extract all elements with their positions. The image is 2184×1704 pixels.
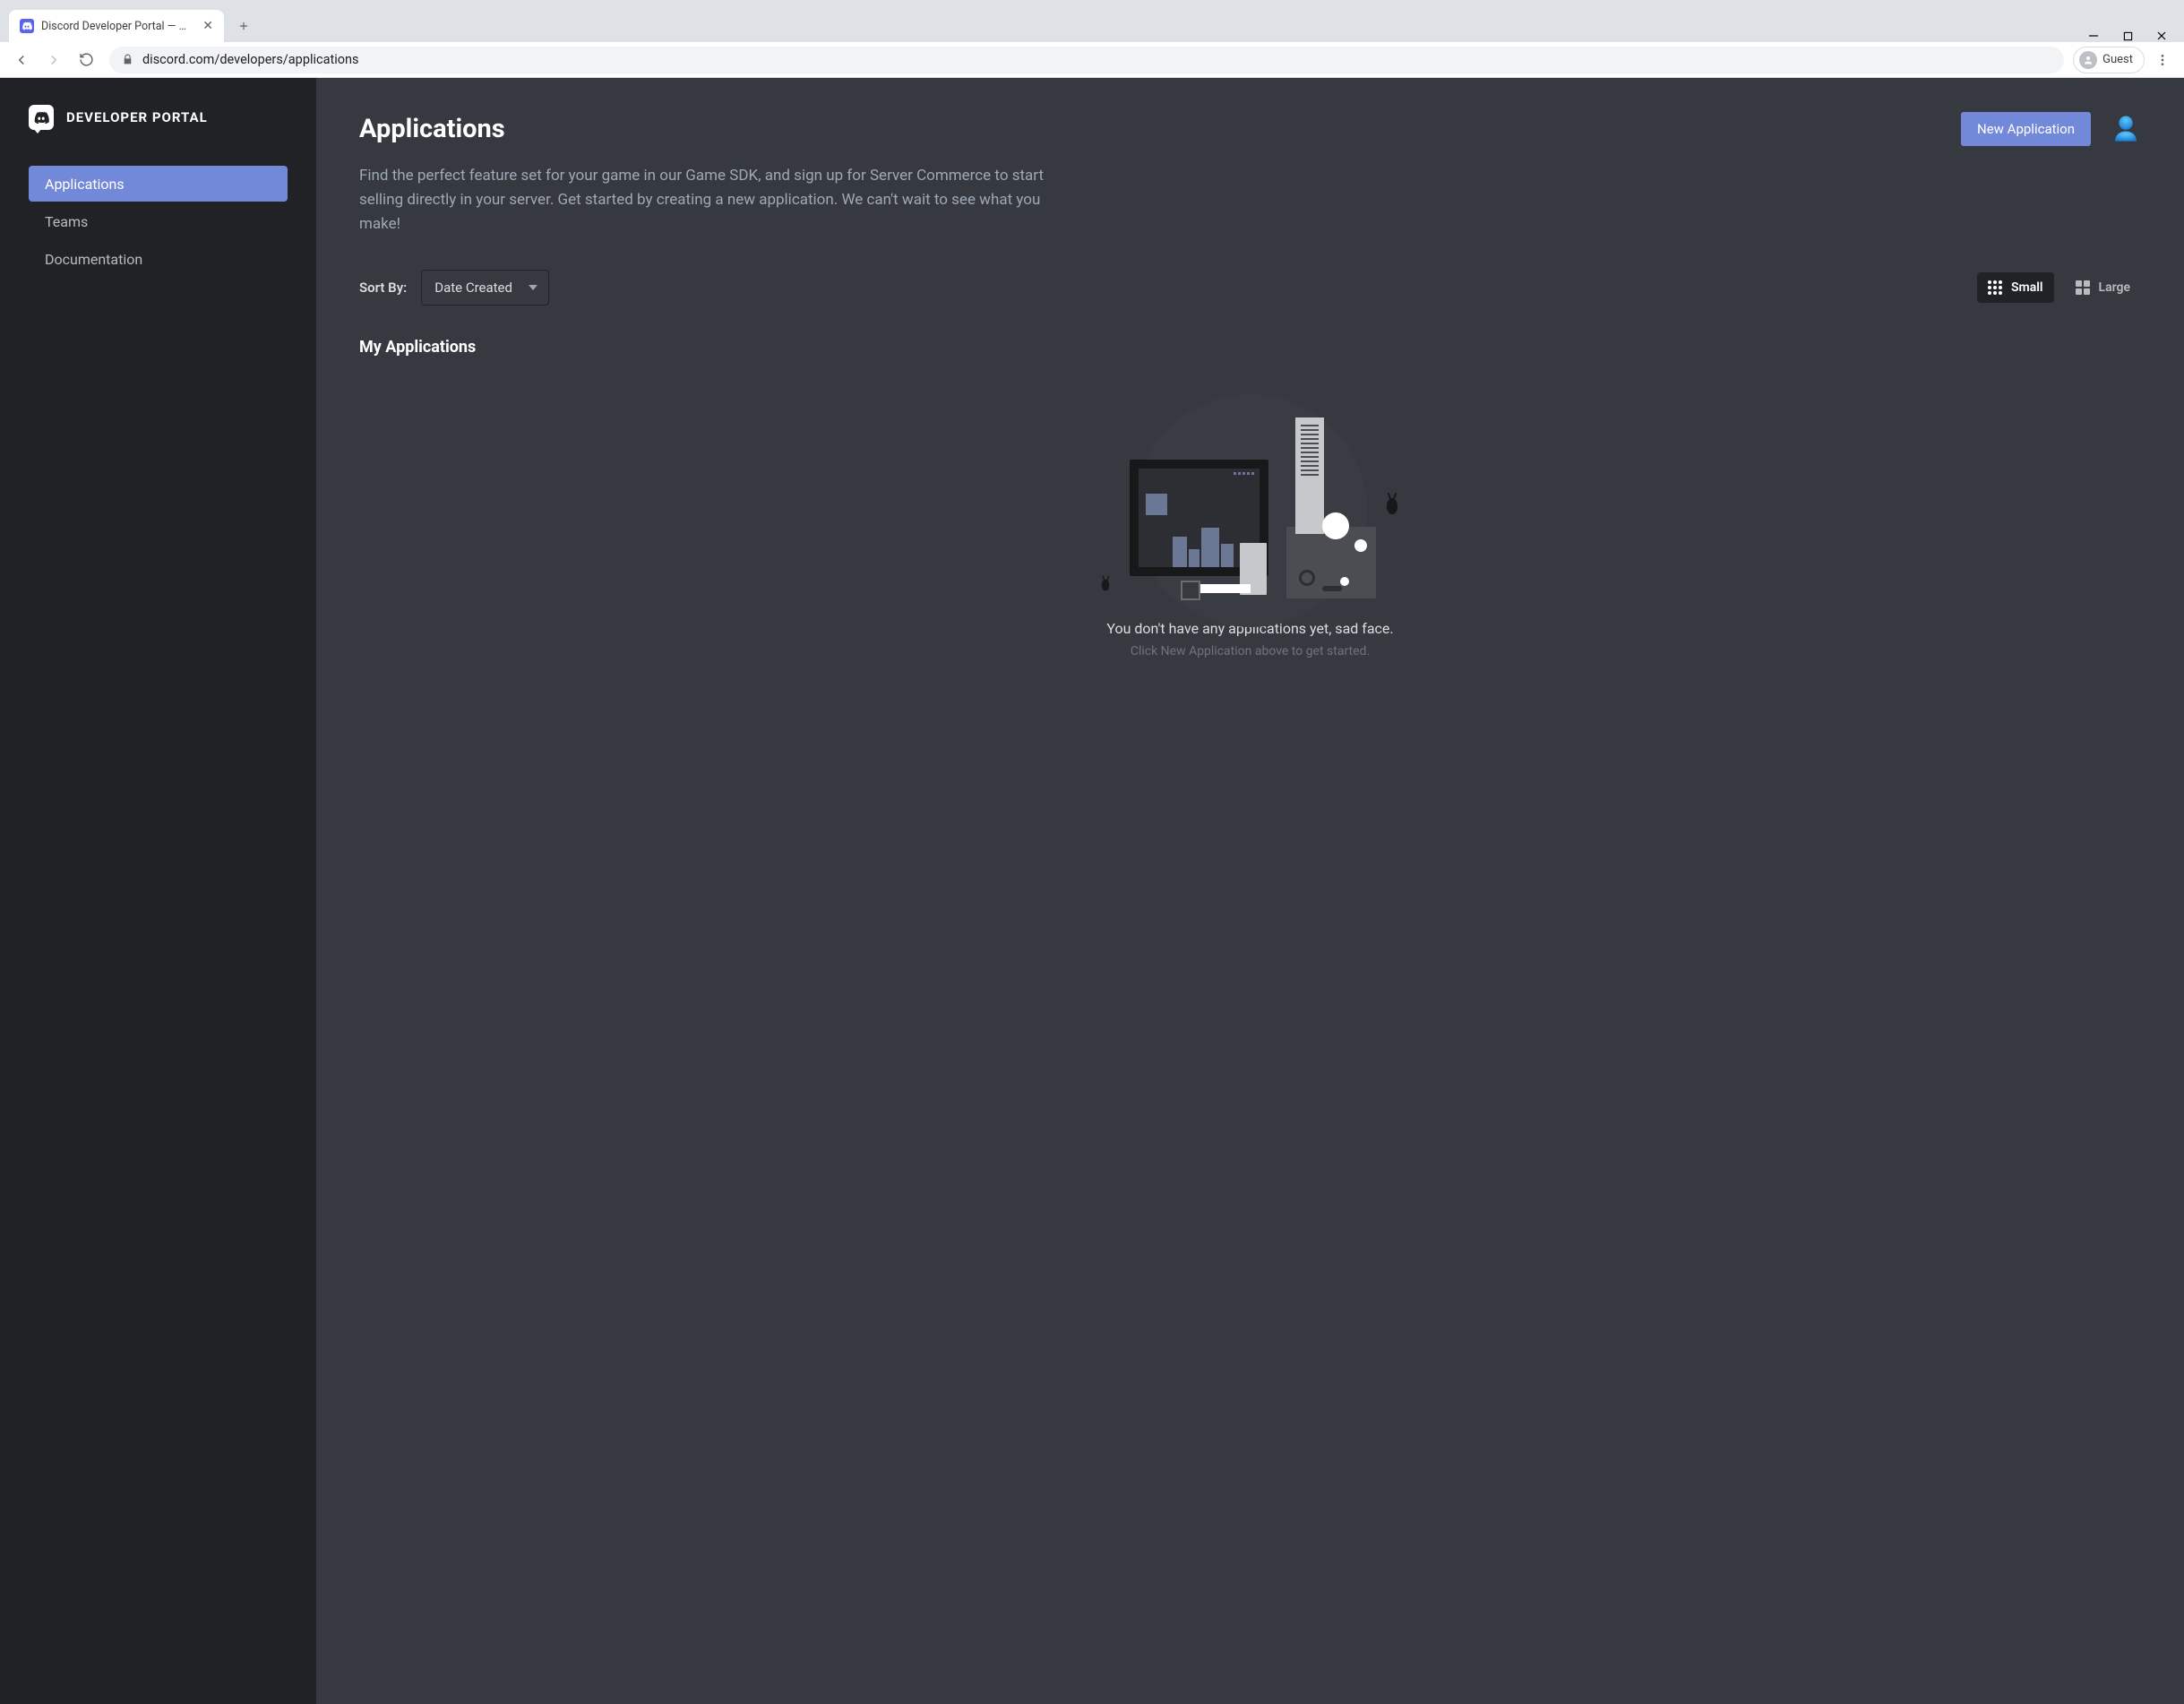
section-heading: My Applications [359,338,2141,357]
sidebar-item-label: Applications [45,176,125,193]
browser-menu-button[interactable] [2148,46,2177,74]
page-title: Applications [359,114,1961,144]
sidebar-item-teams[interactable]: Teams [29,203,288,239]
tab-close-icon[interactable]: ✕ [202,20,213,32]
profile-chip[interactable]: Guest [2073,47,2145,73]
view-large-label: Large [2099,280,2131,295]
view-small-button[interactable]: Small [1977,272,2054,303]
page-header: Applications New Application [359,112,2141,146]
new-tab-button[interactable] [231,13,256,39]
new-application-button[interactable]: New Application [1961,112,2091,146]
browser-tab[interactable]: Discord Developer Portal — My / ✕ [9,10,224,42]
address-bar[interactable]: discord.com/developers/applications [109,47,2064,73]
grid-small-icon [1988,280,2002,295]
profile-avatar-icon [2079,51,2097,69]
browser-toolbar: discord.com/developers/applications Gues… [0,42,2184,78]
window-controls [2087,22,2184,42]
user-avatar[interactable] [2111,114,2141,144]
back-button[interactable] [7,46,36,74]
discord-favicon [20,19,34,33]
profile-label: Guest [2102,53,2133,66]
app-root: DEVELOPER PORTAL Applications Teams Docu… [0,78,2184,1704]
sort-select[interactable]: Date Created [421,270,549,306]
maximize-icon[interactable] [2121,30,2134,42]
sort-label: Sort By: [359,280,407,296]
sort-selected-value: Date Created [434,280,512,296]
brand-title: DEVELOPER PORTAL [66,109,208,125]
browser-titlebar: Discord Developer Portal — My / ✕ [0,0,2184,42]
lock-icon [122,54,133,65]
sidebar-item-label: Teams [45,213,88,230]
page-description: Find the perfect feature set for your ga… [359,164,1058,237]
view-small-label: Small [2011,280,2043,295]
discord-logo-icon [29,105,54,130]
url-text: discord.com/developers/applications [142,52,359,67]
tab-strip: Discord Developer Portal — My / ✕ [0,10,2087,42]
grid-large-icon [2076,280,2090,295]
sidebar-item-documentation[interactable]: Documentation [29,241,288,277]
empty-subtitle: Click New Application above to get start… [1131,644,1370,658]
minimize-icon[interactable] [2087,30,2100,42]
close-window-icon[interactable] [2155,30,2168,42]
toolbar: Sort By: Date Created Small Large [359,270,2141,306]
forward-button[interactable] [39,46,68,74]
view-toggle: Small Large [1977,272,2141,303]
sidebar-item-label: Documentation [45,251,142,268]
tab-title: Discord Developer Portal — My / [41,20,195,33]
reload-button[interactable] [72,46,100,74]
view-large-button[interactable]: Large [2065,272,2142,303]
chevron-down-icon [529,285,537,290]
empty-illustration [1125,446,1376,598]
sidebar: DEVELOPER PORTAL Applications Teams Docu… [0,78,316,1704]
brand[interactable]: DEVELOPER PORTAL [29,105,288,130]
main-content: Applications New Application Find the pe… [316,78,2184,1704]
sidebar-item-applications[interactable]: Applications [29,166,288,202]
empty-state: You don't have any applications yet, sad… [359,446,2141,658]
